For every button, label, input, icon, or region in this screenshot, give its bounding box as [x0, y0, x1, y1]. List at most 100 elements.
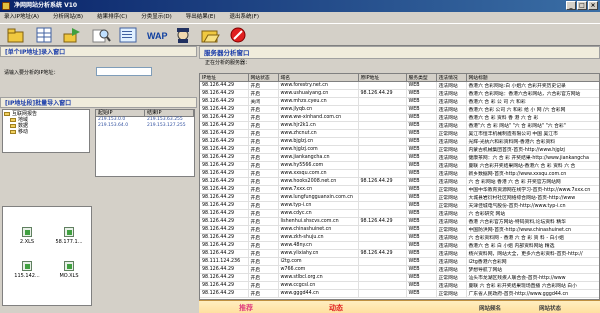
table-row[interactable]: 98.126.44.29 开启 www.hjglzj.com WEB 正常网站 内蒙古机械…: [200, 145, 599, 154]
table-row[interactable]: 98.126.44.29 开启 www.typ-i.cn WEB 正常网站 天津佳城电气股…: [200, 201, 599, 210]
table-row[interactable]: 98.126.44.29 开启 www.zkh-shuju.cn WEB 违法网站六 合…: [200, 233, 599, 242]
ip-range-row[interactable]: 219.153.64.0 219.153.127.255: [96, 123, 194, 129]
menu-item-analyze[interactable]: 分析网站(B): [53, 12, 83, 23]
folder-tree[interactable]: 互联网报告 地域 数据 移动: [2, 109, 90, 153]
ip-range-list[interactable]: 起始IP 结束IP 219.153.0.0 219.153.63.255 219.…: [95, 109, 195, 177]
table-row[interactable]: 98.126.44.29 开启 w766.com WEB 违法网站 梦想导航了网站: [200, 265, 599, 274]
table-row[interactable]: 98.126.44.29 开启 www.ww-xinhand.com.cn WEB 违法…: [200, 113, 599, 122]
menu-item-exit[interactable]: 退出系统(F): [230, 12, 259, 23]
file-item[interactable]: 2.XLS: [7, 227, 47, 251]
table-row[interactable]: 98.126.44.29 开启 www.hooks2008.net.cn 98.126…: [200, 177, 599, 186]
folder-open-icon[interactable]: [6, 26, 26, 44]
table-row[interactable]: 98.126.44.29 开启 www.ccgcsl.cn WEB 违法网站 曼联 六 合…: [200, 281, 599, 290]
column-header[interactable]: 网站标题: [466, 74, 599, 82]
table-row[interactable]: 98.126.44.29 开启 www.ylixiahy.cn 98.126.44.2…: [200, 249, 599, 258]
table-row[interactable]: 98.126.44.29 开启 www.hy5566.com WEB 违法网站 曼联 六合…: [200, 161, 599, 170]
table-row[interactable]: 98.126.44.29 开启 www.jlyqb.cn WEB 违法网站 香港六 合彩 …: [200, 105, 599, 114]
import-arrow-icon[interactable]: [62, 26, 82, 44]
table-cell: 98.126.44.29: [200, 273, 249, 282]
close-button[interactable]: ×: [588, 1, 598, 10]
table-row[interactable]: 98.111.124.236 开启 i2tg.com WEB 违法网站 i2tg香港六合彩…: [200, 257, 599, 266]
table-row[interactable]: 98.126.44.29 开启 www.lungfungguanxin.com.cn…: [200, 193, 599, 202]
table-cell: 违法网站: [436, 137, 467, 146]
table-cell: 开启: [248, 209, 279, 218]
table-cell: 98.126.44.29: [200, 225, 249, 234]
table-row[interactable]: 98.126.44.29 关闭 www.mhzx.cyeu.cn WEB 违法网站 香港六…: [200, 97, 599, 106]
column-header[interactable]: 域名: [278, 74, 359, 82]
table-cell: 香港六 合彩 公司 六 和彩 给 小 网 /六 合彩网: [466, 105, 599, 114]
table-cell: www.zhcnut.cn: [278, 129, 359, 138]
column-header[interactable]: 网站状态: [248, 74, 279, 82]
table-cell: WEB: [406, 129, 437, 138]
table-row[interactable]: 98.126.44.29 开启 www.jiankangcha.cn WEB 违法网站健…: [200, 153, 599, 162]
table-cell: [358, 201, 407, 210]
table-row[interactable]: 98.126.44.29 开启 lishenhui.shscvs.com.cn 98.…: [200, 217, 599, 226]
table-cell: 违法网站: [436, 233, 467, 242]
table-cell: 开启: [248, 281, 279, 290]
results-grid[interactable]: IP地址 网站状态 域名 原IP地址 服务类型 违法情况 网站标题 98.126.44.29…: [199, 73, 600, 300]
folder-icon: [10, 124, 16, 128]
ad-banner[interactable]: 推荐 动态 网站频名 网站状态: [199, 300, 600, 313]
table-row[interactable]: 98.126.44.29 开启 www.stlbcl.org.cn WEB 正常网站 汕头…: [200, 273, 599, 282]
header-start-ip[interactable]: 起始IP: [96, 110, 145, 116]
table-cell: WEB: [406, 273, 437, 282]
minimize-button[interactable]: _: [566, 1, 576, 10]
table-cell: 违法网站: [436, 97, 467, 106]
table-row[interactable]: 98.126.44.29 开启 www.7xxx.cn WEB 正常网站 中国中华教育资源…: [200, 185, 599, 194]
table-cell: 98.126.44.29: [200, 105, 249, 114]
table-row[interactable]: 98.126.44.29 开启 www.xxsqu.com.cn WEB 违法网站 新乡数…: [200, 169, 599, 178]
menu-item-export[interactable]: 导出结果(E): [186, 12, 216, 23]
table-cell: 违法网站: [436, 281, 467, 290]
table-cell: 香港六 合 彩 资料 香 港 六 合 彩: [466, 113, 599, 122]
table-cell: 98.126.44.29: [358, 177, 407, 186]
wap-icon[interactable]: WAP: [146, 26, 168, 44]
header-end-ip[interactable]: 结束IP: [145, 110, 194, 116]
table-cell: [358, 121, 407, 130]
column-header[interactable]: IP地址: [200, 74, 249, 82]
table-cell: 违法网站: [436, 241, 467, 250]
search-magnifier-icon[interactable]: [91, 26, 111, 44]
table-row[interactable]: 98.126.44.29 开启 www.zhcnut.cn WEB 正常网站 吴江市恒丰机…: [200, 129, 599, 138]
open-folder-icon[interactable]: [200, 26, 220, 44]
table-row[interactable]: 98.126.44.29 开启 www.hjr2k1.cn WEB 违法网站 香港"六 合…: [200, 121, 599, 130]
table-row[interactable]: 98.126.44.29 开启 www.bjglzj.cn WEB 违法网站 光辉-光执六…: [200, 137, 599, 146]
table-cell: 违法网站: [436, 89, 467, 98]
file-list[interactable]: 2.XLS 58.177.1... 115.142... MO.XLS: [2, 206, 92, 306]
document-view-icon[interactable]: [118, 26, 138, 44]
table-cell: 98.126.44.29: [200, 281, 249, 290]
table-cell: 违法网站: [436, 153, 467, 162]
table-cell: 违法网站: [436, 177, 467, 186]
table-cell: 98.126.44.29: [200, 81, 249, 90]
table-row[interactable]: 98.126.44.29 开启 www.cdyc.cn WEB 违法网站六 合彩研究 网…: [200, 209, 599, 218]
column-header[interactable]: 服务类型: [406, 74, 437, 82]
table-cell: 开启: [248, 177, 279, 186]
menu-item-sort[interactable]: 结果排序(C): [97, 12, 127, 23]
menu-item-classify[interactable]: 分类显示(D): [141, 12, 172, 23]
file-item[interactable]: 58.177.1...: [49, 227, 89, 251]
police-icon[interactable]: [173, 26, 193, 44]
table-cell: 违法网站: [436, 169, 467, 178]
table-row[interactable]: 98.126.44.29 开启 www.gggd44.cn WEB 正常网站 广东省人民政…: [200, 289, 599, 298]
table-cell: 新乡数据网-首页-http://www.xxsqu.com.cn: [466, 169, 599, 178]
table-cell: 98.126.44.29: [200, 113, 249, 122]
file-item[interactable]: 115.142...: [7, 261, 47, 285]
table-row[interactable]: 98.126.44.29 开启 www.chinashuinet.cn WEB 正常网站…: [200, 225, 599, 234]
stop-icon[interactable]: [228, 26, 248, 44]
tree-item-mobile[interactable]: 移动: [4, 129, 88, 135]
table-row[interactable]: 98.126.44.29 开启 www.48ny.cn WEB 违法网站 香港六 合 彩 …: [200, 241, 599, 250]
table-cell: 开启: [248, 161, 279, 170]
table-cell: 开启: [248, 169, 279, 178]
table-row[interactable]: 98.126.44.29 开启 www.ushuaiyang.cn 98.126.44…: [200, 89, 599, 98]
table-cell: 98.126.44.29: [200, 145, 249, 154]
maximize-button[interactable]: □: [577, 1, 587, 10]
table-grid-icon[interactable]: [34, 26, 54, 44]
menu-item-import-ip[interactable]: 录入IP地址(A): [4, 12, 39, 23]
table-row[interactable]: 98.126.44.29 开启 www.forestry.net.cn WEB 违法网站…: [200, 81, 599, 90]
table-cell: 开启: [248, 129, 279, 138]
column-header[interactable]: 原IP地址: [358, 74, 407, 82]
column-header[interactable]: 违法情况: [436, 74, 467, 82]
table-cell: 开启: [248, 81, 279, 90]
table-cell: 开启: [248, 257, 279, 266]
file-item[interactable]: MO.XLS: [49, 261, 89, 285]
ip-input[interactable]: [96, 67, 152, 76]
